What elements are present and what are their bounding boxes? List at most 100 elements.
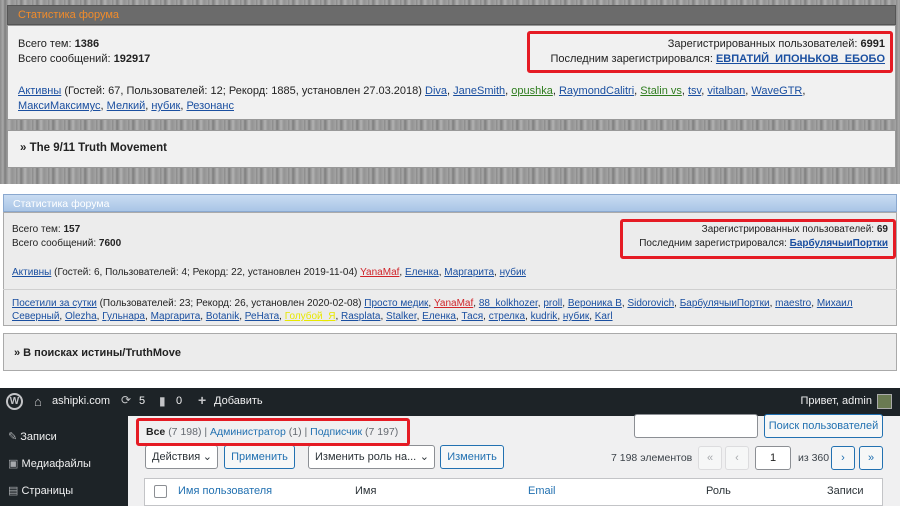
wp-admin-bar: W ⌂ ashipki.com ⟳ 5 ▮ 0 + Добавить Приве…: [0, 388, 900, 416]
comments-icon[interactable]: ▮: [159, 394, 166, 408]
last-page-button[interactable]: »: [859, 446, 883, 470]
forum2-day-stats: (Пользователей: 23; Рекорд: 26, установл…: [96, 298, 365, 309]
site-name-link[interactable]: ashipki.com: [52, 395, 110, 407]
forum2-active: Активны (Гостей: 6, Пользователей: 4; Ре…: [12, 267, 526, 278]
user-search-input[interactable]: [634, 414, 758, 438]
change-button[interactable]: Изменить: [440, 445, 504, 469]
user-link[interactable]: maestro: [775, 298, 811, 309]
current-page-input[interactable]: 1: [755, 446, 791, 470]
forum1-active: Активны (Гостей: 67, Пользователей: 12; …: [18, 84, 878, 114]
chevron-down-icon: ⌄: [202, 451, 212, 463]
bulk-actions-select[interactable]: Действия ⌄: [145, 445, 218, 469]
user-link[interactable]: МаксиМаксимус: [18, 100, 101, 112]
next-page-button[interactable]: ›: [831, 446, 855, 470]
pin-icon: ✎: [8, 431, 18, 443]
user-link[interactable]: Тася: [461, 311, 483, 322]
select-all-checkbox[interactable]: [154, 485, 167, 498]
user-link[interactable]: vitalban: [707, 85, 745, 97]
add-new-link[interactable]: Добавить: [214, 395, 263, 407]
wp-sidebar: ✎ Записи ▣ Медиафайлы ▤ Страницы: [0, 416, 128, 506]
user-link[interactable]: Мелкий: [107, 100, 146, 112]
change-role-select[interactable]: Изменить роль на... ⌄: [308, 445, 435, 469]
user-link[interactable]: RaymondCalitri: [559, 85, 634, 97]
forum2-active-users: YanaMaf, Еленка, Маргарита, нубик: [360, 267, 526, 278]
user-link[interactable]: Еленка: [422, 311, 456, 322]
forum1-posts-value: 192917: [113, 53, 151, 65]
user-link[interactable]: opushka: [511, 85, 553, 97]
user-link[interactable]: Karl: [595, 311, 613, 322]
user-link[interactable]: Маргарита: [444, 267, 494, 278]
user-link[interactable]: Stalker: [386, 311, 417, 322]
user-link[interactable]: Вероника В: [568, 298, 622, 309]
user-link[interactable]: стрелка: [489, 311, 525, 322]
column-posts: Записи: [827, 485, 864, 497]
user-link[interactable]: РеНата: [245, 311, 279, 322]
apply-button[interactable]: Применить: [224, 445, 295, 469]
user-link[interactable]: Sidorovich: [627, 298, 674, 309]
user-link[interactable]: БарбулячыиПортки: [680, 298, 770, 309]
sidebar-item-posts[interactable]: ✎ Записи: [8, 430, 57, 443]
user-link[interactable]: Stalin vs: [640, 85, 682, 97]
forum2-posts-label: Всего сообщений:: [12, 238, 97, 249]
column-username[interactable]: Имя пользователя: [178, 485, 272, 497]
users-table-header: Имя пользователя Имя Email Роль Записи: [144, 478, 883, 506]
search-users-button[interactable]: Поиск пользователей: [764, 414, 883, 438]
greeting-link[interactable]: Привет, admin: [800, 395, 872, 407]
forum2-posts-value: 7600: [98, 238, 122, 249]
wordpress-logo-icon[interactable]: W: [6, 393, 23, 410]
bulk-actions-value: Действия: [152, 451, 201, 463]
user-link[interactable]: YanaMaf: [360, 267, 399, 278]
user-link[interactable]: нубик: [500, 267, 526, 278]
user-link[interactable]: Голубой_Я: [285, 311, 336, 322]
forum1-active-link[interactable]: Активны: [18, 85, 61, 97]
user-link[interactable]: Просто медик: [364, 298, 428, 309]
sidebar-item-media[interactable]: ▣ Медиафайлы: [8, 457, 91, 470]
user-link[interactable]: Olezha: [65, 311, 97, 322]
forum1-title: Статистика форума: [18, 9, 120, 21]
user-link[interactable]: 88_kolkhozer: [479, 298, 538, 309]
change-role-value: Изменить роль на...: [315, 451, 417, 463]
user-link[interactable]: Резонанс: [186, 100, 234, 112]
forum1-active-stats: (Гостей: 67, Пользователей: 12; Рекорд: …: [61, 85, 425, 97]
highlight-box: [136, 418, 410, 446]
avatar[interactable]: [877, 394, 892, 409]
column-name[interactable]: Имя: [355, 485, 376, 497]
forum2-day-link[interactable]: Посетили за сутки: [12, 298, 97, 309]
highlight-box: [620, 219, 896, 259]
user-link[interactable]: WaveGTR: [751, 85, 802, 97]
user-link[interactable]: Еленка: [405, 267, 439, 278]
user-link[interactable]: YanaMaf: [434, 298, 473, 309]
column-role: Роль: [706, 485, 731, 497]
column-email[interactable]: Email: [528, 485, 556, 497]
chevron-down-icon: ⌄: [419, 451, 429, 463]
user-link[interactable]: Гульнара: [102, 311, 145, 322]
forum2-next-forum-title[interactable]: » В поисках истины/TruthMove: [14, 347, 181, 359]
user-link[interactable]: Botanik: [206, 311, 239, 322]
comments-count: 0: [176, 395, 183, 407]
user-link[interactable]: tsv: [688, 85, 701, 97]
forum2-header: Статистика форума: [3, 194, 897, 212]
user-link[interactable]: Diva: [425, 85, 447, 97]
user-link[interactable]: kudrik: [531, 311, 558, 322]
items-count: 7 198 элементов: [611, 452, 693, 464]
user-link[interactable]: proll: [543, 298, 562, 309]
forum1-next-forum: » The 9/11 Truth Movement: [7, 130, 896, 168]
user-link[interactable]: Rasplata: [341, 311, 380, 322]
forum1-topics-label: Всего тем:: [18, 38, 72, 50]
forum1-posts-label: Всего сообщений:: [18, 53, 111, 65]
prev-page-button[interactable]: ‹: [725, 446, 749, 470]
home-icon: ⌂: [34, 394, 42, 409]
forum1-next-forum-title[interactable]: » The 9/11 Truth Movement: [20, 142, 167, 154]
forum2-active-link[interactable]: Активны: [12, 267, 51, 278]
updates-icon[interactable]: ⟳: [121, 393, 131, 407]
user-link[interactable]: Маргарита: [151, 311, 201, 322]
sidebar-item-pages[interactable]: ▤ Страницы: [8, 484, 73, 497]
forum1-topics-value: 1386: [74, 38, 100, 50]
plus-icon[interactable]: +: [198, 392, 206, 408]
user-link[interactable]: JaneSmith: [453, 85, 505, 97]
forum2-posts: Всего сообщений: 7600: [12, 238, 121, 249]
forum2-day: Посетили за сутки (Пользователей: 23; Ре…: [12, 297, 892, 323]
user-link[interactable]: нубик: [151, 100, 180, 112]
user-link[interactable]: нубик: [563, 311, 589, 322]
first-page-button[interactable]: «: [698, 446, 722, 470]
